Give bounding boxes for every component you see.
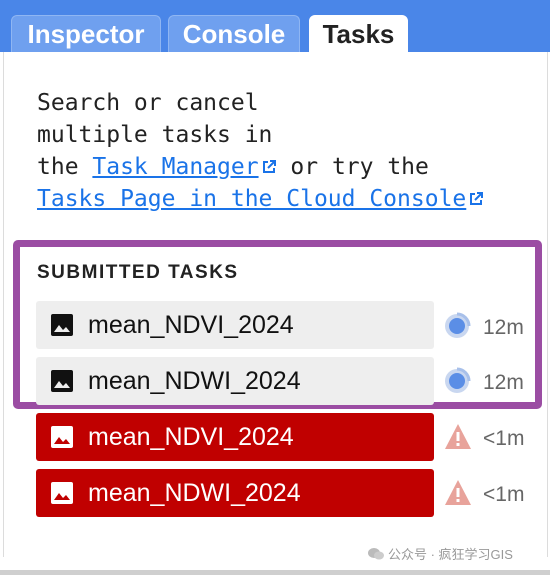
wechat-icon <box>368 548 384 560</box>
tab-tasks[interactable]: Tasks <box>309 15 408 52</box>
task-elapsed-time: 12m <box>483 316 524 339</box>
submitted-tasks-title: SUBMITTED TASKS <box>37 262 239 283</box>
task-manager-link-label: Task Manager <box>92 154 259 180</box>
bottom-edge <box>0 570 550 575</box>
tasks-page-link-label: Tasks Page in the Cloud Console <box>37 186 467 212</box>
help-line-2: multiple tasks in <box>37 122 273 148</box>
task-name: mean_NDVI_2024 <box>88 311 294 339</box>
help-line-3: the Task Manager or try the <box>37 151 517 183</box>
task-elapsed-time: <1m <box>483 427 525 450</box>
image-icon <box>51 426 73 448</box>
help-line-1: Search or cancel <box>37 90 259 116</box>
help-line-3-suffix: or try the <box>276 154 429 180</box>
task-item-failed[interactable]: mean_NDWI_2024 <box>36 469 434 517</box>
tab-inspector[interactable]: Inspector <box>11 15 161 52</box>
image-icon <box>51 314 73 336</box>
task-item-failed[interactable]: mean_NDVI_2024 <box>36 413 434 461</box>
external-link-icon <box>262 160 276 173</box>
help-line-4: Tasks Page in the Cloud Console <box>37 183 517 215</box>
tab-bar: Inspector Console Tasks <box>0 0 550 52</box>
task-manager-link[interactable]: Task Manager <box>92 154 276 180</box>
task-name: mean_NDVI_2024 <box>88 423 294 451</box>
watermark: 公众号 · 疯狂学习GIS <box>368 544 513 563</box>
watermark-text: 公众号 · 疯狂学习GIS <box>388 547 513 562</box>
spinner-globe-icon <box>445 312 471 338</box>
warning-triangle-icon <box>445 424 471 449</box>
tasks-page-link[interactable]: Tasks Page in the Cloud Console <box>37 186 484 212</box>
task-item[interactable]: mean_NDVI_2024 <box>36 301 434 349</box>
task-elapsed-time: 12m <box>483 371 524 394</box>
image-icon <box>51 370 73 392</box>
image-icon <box>51 482 73 504</box>
external-link-icon <box>470 192 484 205</box>
warning-triangle-icon <box>445 480 471 505</box>
help-text: Search or cancel multiple tasks in the T… <box>37 87 517 215</box>
help-line-3-prefix: the <box>37 154 93 180</box>
task-name: mean_NDWI_2024 <box>88 479 301 507</box>
spinner-globe-icon <box>445 367 471 393</box>
tab-console[interactable]: Console <box>168 15 300 52</box>
task-name: mean_NDWI_2024 <box>88 367 301 395</box>
task-item[interactable]: mean_NDWI_2024 <box>36 357 434 405</box>
task-elapsed-time: <1m <box>483 483 525 506</box>
